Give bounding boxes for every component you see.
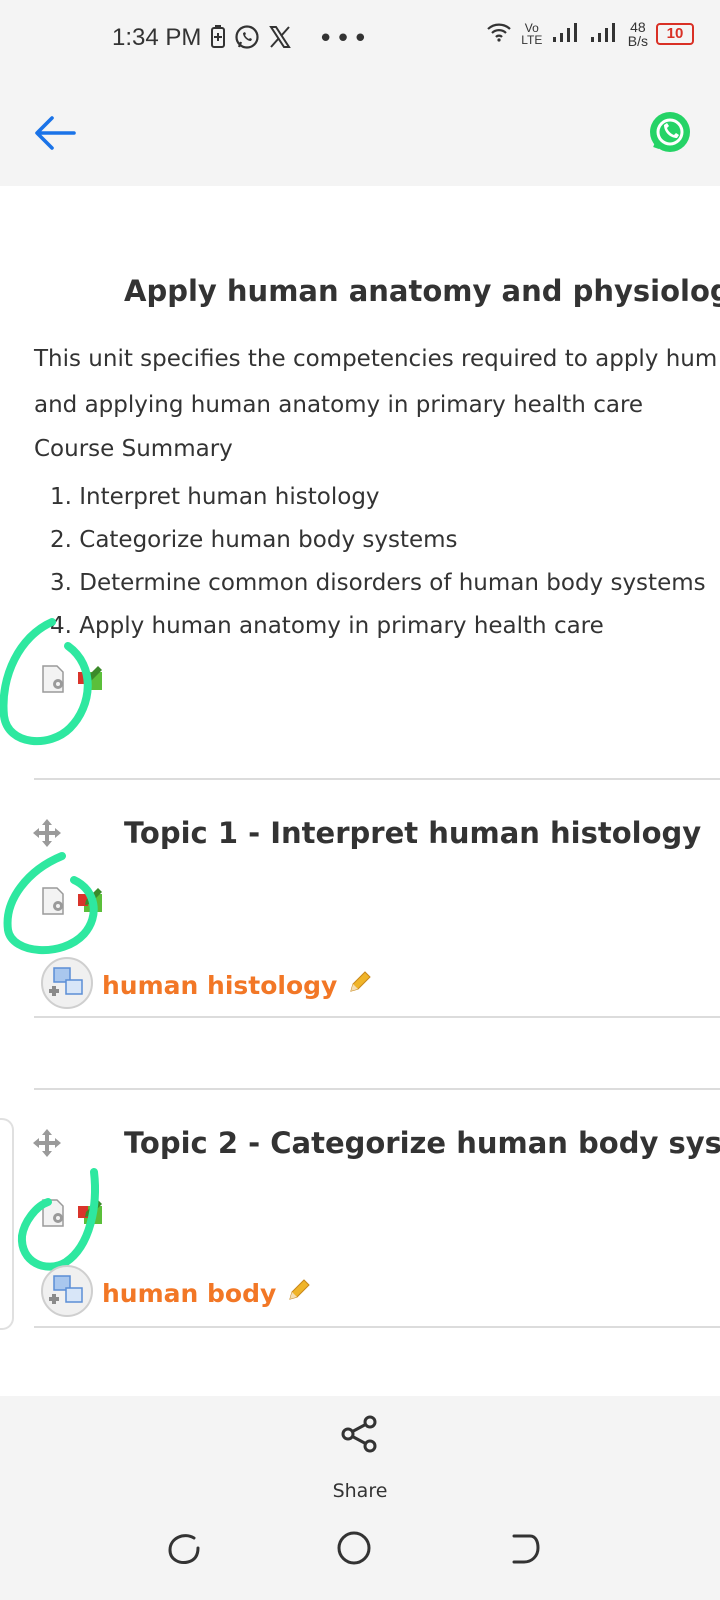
section-divider: [34, 1326, 720, 1328]
activity-link[interactable]: human histology: [102, 971, 337, 1000]
highlight-circle: [3, 852, 98, 955]
back-nav-icon[interactable]: [506, 1530, 546, 1570]
highlight-circle: [17, 1168, 99, 1271]
activity-type-icon: [40, 956, 94, 1014]
volte-indicator: Vo LTE: [521, 21, 543, 47]
x-icon: [268, 25, 292, 53]
pencil-icon[interactable]: [284, 1277, 312, 1309]
more-dots-icon: •••: [318, 24, 371, 54]
signal-icon: [552, 21, 582, 47]
move-icon[interactable]: [32, 818, 62, 848]
battery-indicator: 10: [656, 23, 694, 45]
course-description: This unit specifies the competencies req…: [34, 336, 720, 428]
section-divider: [34, 778, 720, 780]
activity-item[interactable]: human body: [40, 1264, 312, 1322]
move-icon[interactable]: [32, 1128, 62, 1158]
share-icon[interactable]: [340, 1414, 380, 1454]
section-divider: [34, 1016, 720, 1018]
summary-item: 1. Interpret human histology: [50, 484, 380, 510]
network-speed: 48 B/s: [628, 20, 648, 48]
recent-apps-icon[interactable]: [166, 1530, 206, 1570]
topic-title: Topic 2 - Categorize human body system: [124, 1126, 720, 1160]
share-button[interactable]: Share: [0, 1480, 720, 1502]
share-bar: Share: [0, 1396, 720, 1508]
summary-item: 4. Apply human anatomy in primary health…: [50, 613, 604, 639]
speed-unit: B/s: [627, 33, 648, 49]
activity-item[interactable]: human histology: [40, 956, 373, 1014]
app-header: [0, 80, 720, 186]
description-line: This unit specifies the competencies req…: [34, 346, 718, 372]
whatsapp-notification-icon: [234, 24, 260, 54]
side-drawer-handle[interactable]: [0, 1118, 14, 1330]
course-summary-list: 1. Interpret human histology 2. Categori…: [50, 482, 706, 654]
activity-type-icon: [40, 1264, 94, 1322]
notification-icons: •••: [210, 24, 370, 54]
whatsapp-icon[interactable]: [648, 110, 692, 154]
section-divider: [34, 1088, 720, 1090]
wifi-icon: [486, 22, 512, 46]
description-line: and applying human anatomy in primary he…: [34, 392, 644, 418]
back-arrow-icon[interactable]: [30, 108, 80, 158]
course-title: Apply human anatomy and physiology: [124, 274, 720, 308]
course-summary-label: Course Summary: [34, 436, 233, 462]
highlight-circle: [0, 618, 92, 746]
topic-title: Topic 1 - Interpret human histology: [124, 816, 702, 850]
course-content: Apply human anatomy and physiology This …: [0, 186, 720, 1396]
system-icons: Vo LTE 48 B/s 10: [486, 20, 694, 48]
system-nav-bar: [0, 1508, 720, 1600]
summary-item: 3. Determine common disorders of human b…: [50, 570, 706, 596]
signal-icon: [590, 21, 620, 47]
status-bar: 1:34 PM ••• Vo LTE 48 B/s 10: [0, 0, 720, 80]
activity-link[interactable]: human body: [102, 1279, 276, 1308]
battery-saver-icon: [210, 25, 226, 53]
status-time: 1:34 PM: [112, 24, 202, 51]
pencil-icon[interactable]: [345, 969, 373, 1001]
summary-item: 2. Categorize human body systems: [50, 527, 458, 553]
home-icon[interactable]: [336, 1530, 376, 1570]
